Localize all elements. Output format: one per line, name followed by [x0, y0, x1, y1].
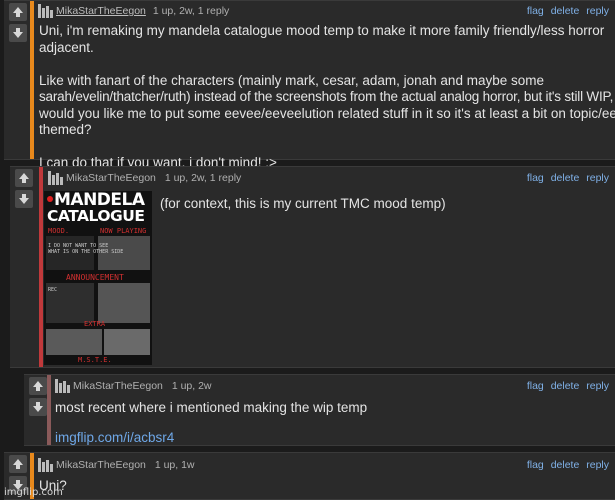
delete-link[interactable]: delete	[551, 380, 580, 392]
user-avatar[interactable]	[55, 379, 71, 393]
up-arrow-icon	[19, 173, 29, 183]
user-avatar[interactable]	[48, 171, 64, 185]
flag-link[interactable]: flag	[527, 5, 544, 17]
thread-accent-bar	[47, 375, 51, 445]
mood-template-image[interactable]: MANDELA CATALOGUE MOOD. NOW PLAYING I DO…	[44, 191, 152, 365]
comment-meta: MikaStarTheEegon 1 up, 2w, 1 reply	[66, 172, 241, 184]
comment-body: Uni, i'm remaking my mandela catalogue m…	[39, 23, 615, 172]
delete-link[interactable]: delete	[551, 5, 580, 17]
upvote-button[interactable]	[15, 169, 33, 187]
reply-link[interactable]: reply	[586, 459, 609, 471]
comment-4: MikaStarTheEegon 1 up, 1w flag delete re…	[4, 452, 615, 500]
image-panel	[46, 329, 102, 355]
username-link[interactable]: MikaStarTheEegon	[66, 172, 156, 184]
image-label: REC	[48, 287, 58, 293]
comment-body: (for context, this is my current TMC moo…	[160, 196, 446, 211]
username-link[interactable]: MikaStarTheEegon	[73, 380, 163, 392]
comment-meta: MikaStarTheEegon 1 up, 2w, 1 reply	[56, 5, 229, 17]
comment-line	[39, 139, 611, 156]
image-label: EXTRA	[84, 320, 106, 328]
comment-line: Like with fanart of the characters (main…	[39, 72, 544, 88]
down-arrow-icon	[13, 28, 23, 38]
thread-accent-bar	[30, 1, 34, 159]
comment-line: adjacent.	[39, 39, 94, 55]
image-panel	[104, 329, 150, 355]
imgflip-watermark: imgflip.com	[4, 487, 63, 498]
image-label: MOOD.	[48, 227, 70, 235]
comment-actions: flag delete reply	[523, 172, 609, 184]
comment-actions: flag delete reply	[523, 380, 609, 392]
comment-meta: MikaStarTheEegon 1 up, 1w	[56, 459, 195, 471]
up-arrow-icon	[13, 459, 23, 469]
comment-info: 1 up, 1w	[154, 459, 195, 471]
comment-info: 1 up, 2w	[171, 380, 212, 392]
comment-meta: MikaStarTheEegon 1 up, 2w	[73, 380, 212, 392]
image-label: ANNOUNCEMENT	[66, 273, 124, 282]
comment-info: 1 up, 2w, 1 reply	[152, 5, 230, 17]
image-panel	[98, 283, 150, 323]
comment-actions: flag delete reply	[523, 459, 609, 471]
user-avatar[interactable]	[38, 458, 54, 472]
upvote-button[interactable]	[29, 377, 47, 395]
comment-3: MikaStarTheEegon 1 up, 2w flag delete re…	[24, 374, 615, 446]
comment-actions: flag delete reply	[523, 5, 609, 17]
comment-info: 1 up, 2w, 1 reply	[164, 172, 242, 184]
delete-link[interactable]: delete	[551, 459, 580, 471]
downvote-button[interactable]	[29, 398, 47, 416]
flag-link[interactable]: flag	[527, 172, 544, 184]
comment-line: themed?	[39, 122, 92, 137]
image-label: M.S.T.E.	[78, 356, 112, 364]
upvote-button[interactable]	[9, 455, 27, 473]
comment-line: Uni, i'm remaking my mandela catalogue m…	[39, 23, 605, 38]
down-arrow-icon	[19, 194, 29, 204]
down-arrow-icon	[33, 402, 43, 412]
comment-body: most recent where i mentioned making the…	[55, 400, 368, 415]
reply-link[interactable]: reply	[586, 380, 609, 392]
delete-link[interactable]: delete	[551, 172, 580, 184]
flag-link[interactable]: flag	[527, 380, 544, 392]
image-label: WHAT IS ON THE OTHER SIDE	[48, 249, 124, 255]
comment-line	[39, 56, 611, 73]
up-arrow-icon	[13, 7, 23, 17]
reply-link[interactable]: reply	[586, 172, 609, 184]
comment-1: MikaStarTheEegon 1 up, 2w, 1 reply flag …	[4, 0, 615, 170]
flag-link[interactable]: flag	[527, 459, 544, 471]
reply-link[interactable]: reply	[586, 5, 609, 17]
up-arrow-icon	[33, 381, 43, 391]
username-link[interactable]: MikaStarTheEegon	[56, 459, 146, 471]
comment-line: sarah/evelin/thatcher/ruth) instead of t…	[39, 89, 615, 104]
thread-accent-bar	[39, 167, 43, 367]
user-avatar[interactable]	[38, 4, 54, 18]
upvote-button[interactable]	[9, 3, 27, 21]
image-link[interactable]: imgflip.com/i/acbsr4	[55, 430, 174, 447]
comment-2: MikaStarTheEegon 1 up, 2w, 1 reply flag …	[10, 166, 615, 368]
downvote-button[interactable]	[9, 24, 27, 42]
red-dot-icon	[47, 196, 53, 202]
username-link[interactable]: MikaStarTheEegon	[56, 5, 146, 17]
image-title-2: CATALOGUE	[47, 207, 145, 225]
downvote-button[interactable]	[15, 190, 33, 208]
image-label: NOW PLAYING	[100, 227, 147, 235]
comment-line: would you like me to put some eevee/eeve…	[39, 105, 615, 121]
